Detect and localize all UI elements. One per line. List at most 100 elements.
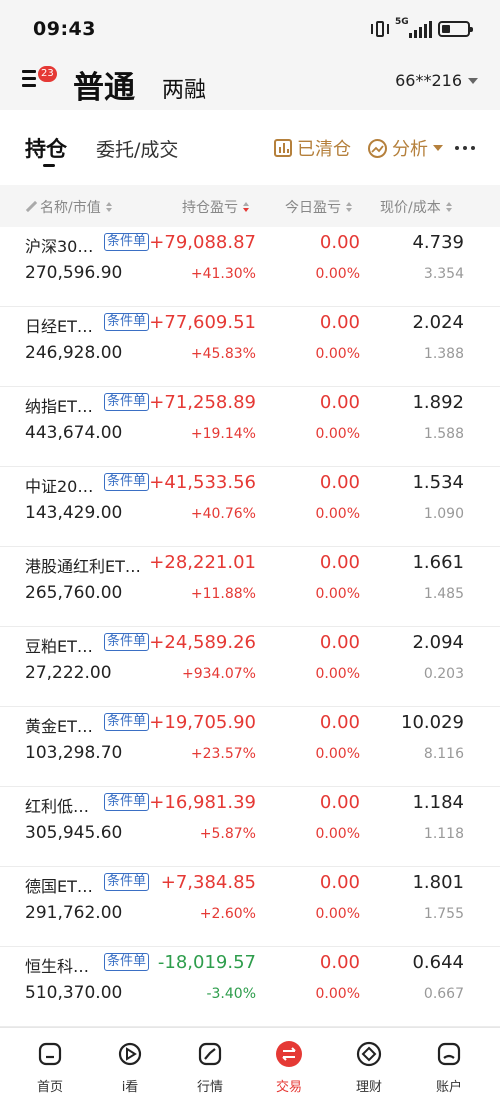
today-pnl: 0.00 (319, 632, 360, 653)
nav-wealth[interactable]: 理财 (334, 1040, 404, 1095)
market-value: 510,370.00 (25, 983, 123, 1003)
more-icon[interactable] (455, 146, 475, 150)
table-row[interactable]: 豆粕ET… 条件单 27,222.00 +24,589.26 +934.07% … (0, 627, 500, 707)
analysis-button[interactable]: 分析 (368, 135, 443, 161)
bar-chart-icon (274, 139, 292, 157)
status-time: 09:43 (33, 18, 96, 40)
conditional-order-tag[interactable]: 条件单 (104, 793, 150, 811)
today-pnl-pct: 0.00% (315, 826, 360, 842)
table-row[interactable]: 恒生科… 条件单 510,370.00 -18,019.57 -3.40% 0.… (0, 947, 500, 1027)
market-value: 27,222.00 (25, 663, 112, 683)
security-name: 黄金ET… (25, 717, 93, 736)
sort-icon (243, 202, 249, 212)
market-value: 103,298.70 (25, 743, 123, 763)
table-row[interactable]: 纳指ET… 条件单 443,674.00 +71,258.89 +19.14% … (0, 387, 500, 467)
position-pnl: +77,609.51 (149, 312, 256, 333)
notification-badge: 23 (38, 66, 57, 82)
current-price: 1.892 (412, 392, 464, 413)
cost-price: 1.388 (423, 346, 464, 362)
nav-trade[interactable]: 交易 (254, 1040, 324, 1095)
position-pnl-pct: +23.57% (190, 746, 256, 762)
position-pnl: +19,705.90 (149, 712, 256, 733)
nav-account[interactable]: 账户 (414, 1040, 484, 1095)
table-row[interactable]: 黄金ET… 条件单 103,298.70 +19,705.90 +23.57% … (0, 707, 500, 787)
table-row[interactable]: 红利低… 条件单 305,945.60 +16,981.39 +5.87% 0.… (0, 787, 500, 867)
conditional-order-tag[interactable]: 条件单 (104, 233, 150, 251)
today-pnl-pct: 0.00% (315, 506, 360, 522)
conditional-order-tag[interactable]: 条件单 (104, 393, 150, 411)
current-price: 1.801 (412, 872, 464, 893)
current-price: 1.661 (412, 552, 464, 573)
cleared-label: 已清仓 (297, 139, 351, 160)
position-pnl: +7,384.85 (160, 872, 256, 893)
today-pnl-pct: 0.00% (315, 346, 360, 362)
today-pnl-pct: 0.00% (315, 266, 360, 282)
sort-icon (445, 202, 452, 212)
today-pnl-pct: 0.00% (315, 986, 360, 1002)
today-pnl: 0.00 (319, 712, 360, 733)
column-pnl[interactable]: 持仓盈亏 (182, 197, 249, 217)
cleared-positions-button[interactable]: 已清仓 (274, 135, 351, 161)
today-pnl: 0.00 (319, 312, 360, 333)
conditional-order-tag[interactable]: 条件单 (104, 473, 150, 491)
nav-watch[interactable]: i看 (95, 1040, 165, 1095)
header: 23 普通 两融 66**216 (0, 58, 500, 110)
chevron-down-icon (468, 77, 478, 84)
cost-price: 1.118 (423, 826, 464, 842)
conditional-order-tag[interactable]: 条件单 (104, 313, 150, 331)
battery-icon (438, 21, 473, 37)
edit-icon (25, 200, 38, 213)
conditional-order-tag[interactable]: 条件单 (104, 633, 150, 651)
table-row[interactable]: 中证20… 条件单 143,429.00 +41,533.56 +40.76% … (0, 467, 500, 547)
tab-holdings[interactable]: 持仓 (25, 133, 67, 163)
conditional-order-tag[interactable]: 条件单 (104, 873, 150, 891)
status-icons: 5G (371, 17, 473, 40)
table-row[interactable]: 德国ET… 条件单 291,762.00 +7,384.85 +2.60% 0.… (0, 867, 500, 947)
table-row[interactable]: 沪深30… 条件单 270,596.90 +79,088.87 +41.30% … (0, 227, 500, 307)
market-value: 265,760.00 (25, 583, 123, 603)
current-price: 2.094 (412, 632, 464, 653)
tab-normal-account[interactable]: 普通 (73, 62, 135, 107)
holdings-list: 沪深30… 条件单 270,596.90 +79,088.87 +41.30% … (0, 227, 500, 1027)
play-icon (116, 1040, 144, 1068)
position-pnl: +28,221.01 (149, 552, 256, 573)
today-pnl: 0.00 (319, 472, 360, 493)
position-pnl: +79,088.87 (149, 232, 256, 253)
cost-price: 1.588 (423, 426, 464, 442)
position-pnl-pct: +45.83% (190, 346, 256, 362)
position-pnl-pct: +19.14% (190, 426, 256, 442)
position-pnl-pct: +11.88% (190, 586, 256, 602)
tab-margin-account[interactable]: 两融 (162, 72, 206, 104)
tab-orders[interactable]: 委托/成交 (96, 135, 178, 162)
market-value: 246,928.00 (25, 343, 123, 363)
account-selector[interactable]: 66**216 (395, 71, 478, 90)
column-today-pnl[interactable]: 今日盈亏 (285, 197, 352, 217)
market-value: 143,429.00 (25, 503, 123, 523)
position-pnl: +16,981.39 (149, 792, 256, 813)
security-name: 豆粕ET… (25, 637, 93, 656)
today-pnl-pct: 0.00% (315, 906, 360, 922)
table-row[interactable]: 港股通红利ET… 265,760.00 +28,221.01 +11.88% 0… (0, 547, 500, 627)
sort-icon (105, 202, 112, 212)
nav-market[interactable]: 行情 (175, 1040, 245, 1095)
conditional-order-tag[interactable]: 条件单 (104, 713, 150, 731)
subtabs: 持仓 委托/成交 已清仓 分析 (0, 110, 500, 185)
security-name: 恒生科… (25, 957, 90, 976)
cost-price: 0.667 (423, 986, 464, 1002)
security-name: 日经ET… (25, 317, 93, 336)
current-price: 1.184 (412, 792, 464, 813)
position-pnl-pct: -3.40% (206, 986, 256, 1002)
nav-home[interactable]: 首页 (15, 1040, 85, 1095)
analysis-icon (368, 138, 387, 158)
column-price-cost[interactable]: 现价/成本 (380, 197, 452, 217)
today-pnl: 0.00 (319, 952, 360, 973)
vibrate-icon (371, 20, 389, 38)
today-pnl: 0.00 (319, 392, 360, 413)
conditional-order-tag[interactable]: 条件单 (104, 953, 150, 971)
trade-icon (275, 1040, 303, 1068)
position-pnl-pct: +5.87% (199, 826, 256, 842)
table-row[interactable]: 日经ET… 条件单 246,928.00 +77,609.51 +45.83% … (0, 307, 500, 387)
column-name[interactable]: 名称/市值 (25, 197, 112, 217)
status-bar: 09:43 5G (0, 0, 500, 58)
position-pnl: +71,258.89 (149, 392, 256, 413)
